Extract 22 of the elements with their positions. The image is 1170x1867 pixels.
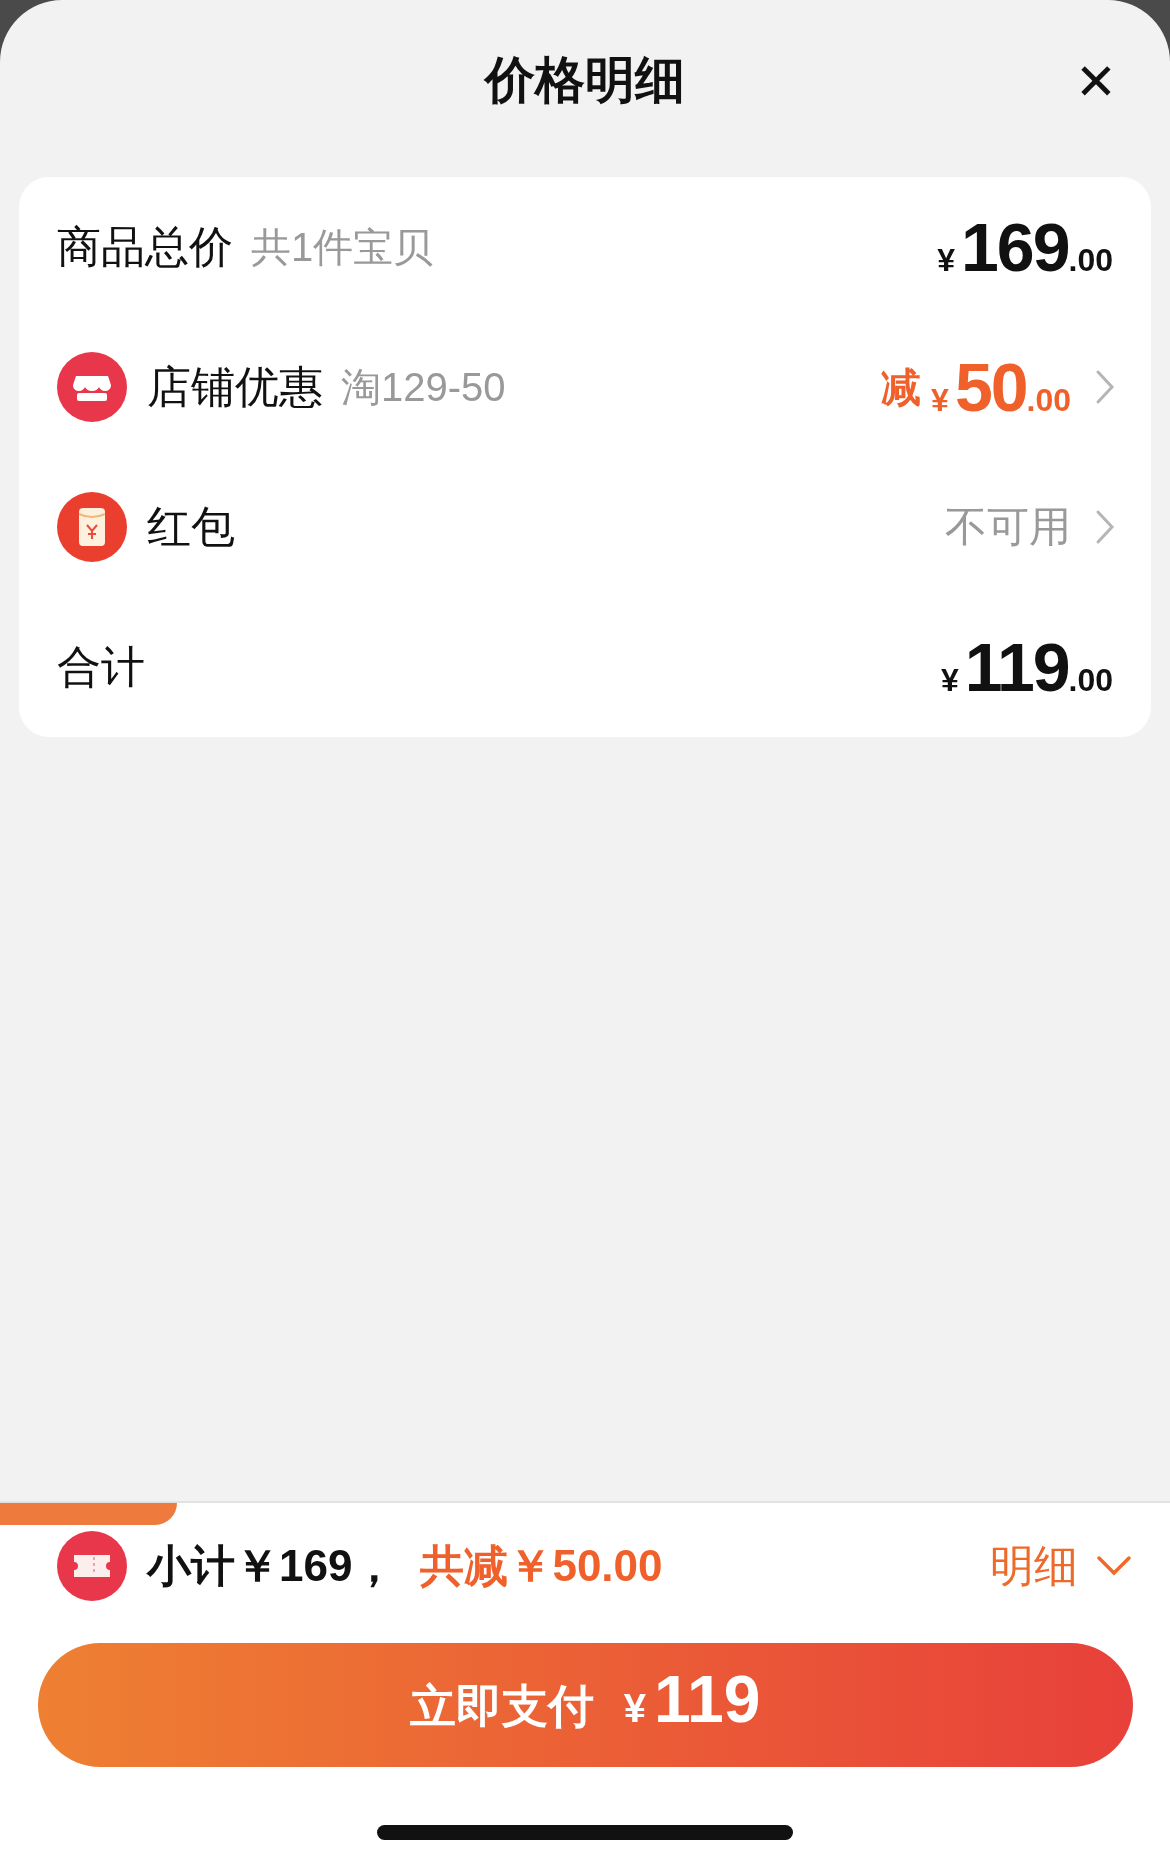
price-amount: ¥119.00: [941, 628, 1113, 706]
row-label: 合计: [57, 640, 145, 693]
price-row-link[interactable]: 红包 不可用: [19, 457, 1151, 597]
price-amount: ¥169.00: [937, 208, 1113, 286]
row-label: 商品总价: [57, 220, 233, 273]
subtotal-text: 小计￥169，: [147, 1539, 397, 1592]
chevron-down-icon: [1096, 1555, 1132, 1577]
envelope-icon: [57, 492, 127, 562]
ticket-icon: [57, 1531, 127, 1601]
pay-button[interactable]: 立即支付 ¥119: [37, 1643, 1133, 1767]
row-label: 店铺优惠: [147, 360, 323, 413]
price-row-link[interactable]: 店铺优惠 淘129-50 减 ¥50.00: [19, 317, 1151, 457]
sheet-title: 价格明细: [485, 50, 685, 110]
discount-total: 共减￥50.00: [420, 1539, 663, 1592]
row-note: 淘129-50: [341, 363, 506, 411]
store-icon: [57, 352, 127, 422]
row-note: 共1件宝贝: [251, 223, 434, 271]
close-button[interactable]: ✕: [1066, 52, 1126, 112]
status-text: 不可用: [945, 502, 1071, 552]
discount-amount: ¥50.00: [931, 348, 1071, 426]
row-label: 红包: [147, 500, 235, 553]
discount-label: 减: [881, 363, 922, 411]
